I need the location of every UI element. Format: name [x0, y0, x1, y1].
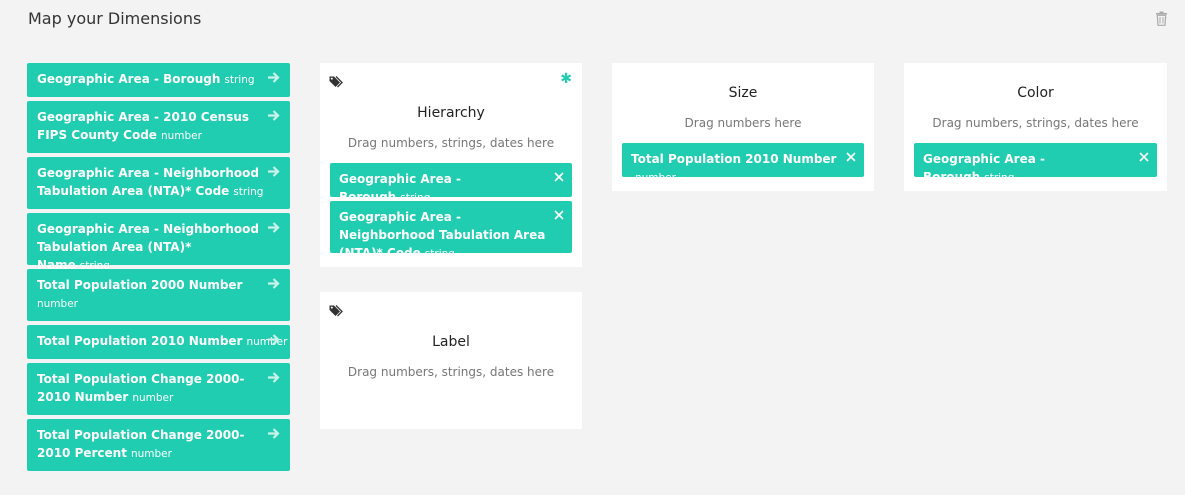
- dimension-item[interactable]: Geographic Area - Borough string: [27, 63, 290, 97]
- dimension-item[interactable]: Geographic Area - Neighborhood Tabulatio…: [27, 157, 290, 209]
- chip-type: string: [984, 172, 1014, 177]
- tags-icon: [329, 76, 343, 88]
- trash-icon[interactable]: [1155, 11, 1168, 26]
- size-card[interactable]: Size Drag numbers here Total Population …: [612, 63, 874, 191]
- card-hint: Drag numbers, strings, dates here: [347, 365, 555, 379]
- card-title: Color: [1017, 85, 1054, 101]
- dimension-type: number: [132, 392, 174, 404]
- dimension-label: Geographic Area - Neighborhood Tabulatio…: [37, 166, 259, 198]
- close-icon[interactable]: [554, 210, 564, 220]
- page-title: Map your Dimensions: [28, 9, 202, 28]
- dimension-label: Total Population 2000 Number: [37, 278, 243, 292]
- dimension-label: Geographic Area - 2010 Census FIPS Count…: [37, 110, 250, 142]
- dimension-type: number: [37, 298, 78, 310]
- close-icon[interactable]: [1139, 152, 1149, 162]
- dimension-type: string: [224, 74, 255, 86]
- dimension-item[interactable]: Total Population 2010 Number number: [27, 325, 290, 359]
- dimension-type: string: [233, 186, 264, 198]
- card-hint: Drag numbers here: [684, 116, 802, 130]
- tags-icon: [329, 305, 343, 317]
- color-card[interactable]: Color Drag numbers, strings, dates here …: [904, 63, 1167, 191]
- dimension-label: Total Population 2010 Number: [37, 334, 243, 348]
- arrow-right-icon: [268, 72, 280, 83]
- arrow-right-icon: [268, 166, 280, 177]
- label-card[interactable]: Label Drag numbers, strings, dates here: [320, 292, 582, 429]
- dimension-type: number: [130, 448, 172, 460]
- chip-type: number: [635, 172, 676, 177]
- card-title: Hierarchy: [417, 105, 485, 121]
- card-hint: Drag numbers, strings, dates here: [347, 136, 555, 150]
- arrow-right-icon: [268, 278, 280, 289]
- close-icon[interactable]: [554, 172, 564, 182]
- mapped-dimension-chip[interactable]: Geographic Area - Neighborhood Tabulatio…: [330, 201, 572, 253]
- dimension-item[interactable]: Geographic Area - Neighborhood Tabulatio…: [27, 213, 290, 272]
- card-title: Label: [432, 334, 470, 350]
- dimension-type: number: [160, 130, 202, 142]
- chip-label: Total Population 2010 Number: [631, 152, 837, 166]
- card-title: Size: [728, 85, 758, 101]
- mapped-dimension-chip[interactable]: Geographic Area - Boroughstring: [330, 163, 572, 197]
- dimension-item[interactable]: Geographic Area - 2010 Census FIPS Count…: [27, 101, 290, 153]
- card-hint: Drag numbers, strings, dates here: [932, 116, 1139, 130]
- chip-type: string: [425, 248, 455, 253]
- arrow-right-icon: [268, 110, 280, 121]
- close-icon[interactable]: [846, 152, 856, 162]
- dimension-label: Geographic Area - Neighborhood Tabulatio…: [37, 222, 259, 272]
- arrow-right-icon: [268, 222, 280, 233]
- mapped-dimension-chip[interactable]: Total Population 2010 Number number: [622, 143, 864, 177]
- arrow-right-icon: [268, 372, 280, 383]
- arrow-right-icon: [268, 334, 280, 345]
- dimension-item[interactable]: Total Population 2000 Number number: [27, 269, 290, 321]
- arrow-right-icon: [268, 428, 280, 439]
- hierarchy-card[interactable]: ✱ Hierarchy Drag numbers, strings, dates…: [320, 63, 582, 267]
- dimension-label: Geographic Area - Borough: [37, 72, 221, 86]
- mapped-dimension-chip[interactable]: Geographic Area - Boroughstring: [914, 143, 1157, 177]
- required-icon: ✱: [560, 71, 572, 87]
- chip-label: Geographic Area - Neighborhood Tabulatio…: [339, 210, 546, 253]
- chip-type: string: [400, 192, 430, 197]
- dimension-item[interactable]: Total Population Change 2000-2010 Percen…: [27, 419, 290, 471]
- dimension-item[interactable]: Total Population Change 2000-2010 Number…: [27, 363, 290, 415]
